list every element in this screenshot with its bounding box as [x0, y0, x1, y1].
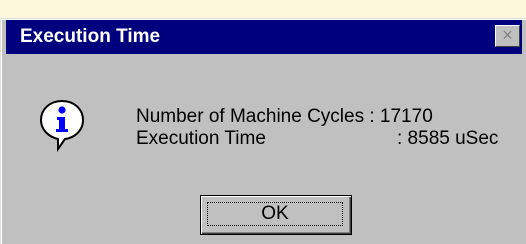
close-button[interactable]: ×	[495, 25, 520, 47]
dialog-title: Execution Time	[20, 26, 161, 47]
machine-cycles-text: Number of Machine Cycles : 17170	[136, 106, 433, 127]
title-bar[interactable]: Execution Time ×	[6, 20, 522, 54]
info-icon	[38, 98, 86, 153]
execution-time-label: Execution Time	[136, 128, 266, 149]
message-dialog: Execution Time × Number of Machine Cycle…	[0, 18, 526, 244]
close-icon: ×	[502, 25, 513, 45]
execution-time-value: : 8585 uSec	[397, 128, 499, 149]
ok-button-label: OK	[261, 203, 289, 224]
ok-button[interactable]: OK	[200, 195, 352, 235]
